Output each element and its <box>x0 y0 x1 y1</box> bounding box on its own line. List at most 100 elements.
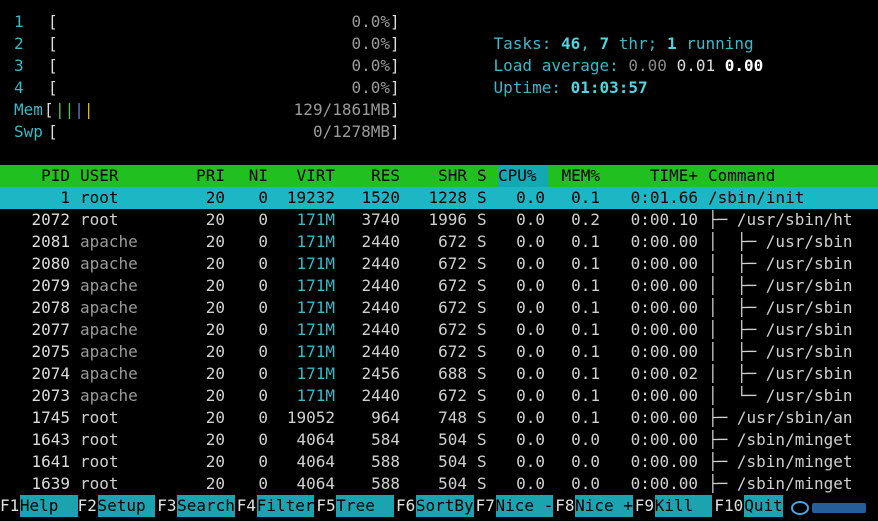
cell-virt: 171M <box>296 364 335 383</box>
cell-res: 2456 <box>361 364 400 383</box>
process-row[interactable]: 2072 root 20 0 171M 3740 1996 S 0.0 0.2 0:00.10 ├─ … <box>0 209 878 231</box>
fkey-f2[interactable]: F2 <box>78 495 97 517</box>
cell-pri: 20 <box>205 276 225 295</box>
fkey-label-f10[interactable]: Quit <box>744 495 783 517</box>
cell-time: 0:00.00 <box>630 474 698 493</box>
cpu-bar-open: [ <box>48 78 58 97</box>
fkey-label-f4[interactable]: Filter <box>256 495 315 517</box>
cpu-bar-open: [ <box>48 12 58 31</box>
fkey-label-f6[interactable]: SortBy <box>415 495 474 517</box>
process-row[interactable]: 2078 apache 20 0 171M 2440 672 S 0.0 0.1 0:00.00 │ … <box>0 297 878 319</box>
fkey-label-f3[interactable]: Search <box>177 495 235 517</box>
fkey-f3[interactable]: F3 <box>157 495 176 517</box>
column-header-res[interactable]: RES <box>340 165 400 187</box>
fkey-f6[interactable]: F6 <box>396 495 415 517</box>
cell-cmd: │ ├─ /usr/sbin <box>708 342 853 361</box>
process-row[interactable]: 2077 apache 20 0 171M 2440 672 S 0.0 0.1 0:00.00 │ … <box>0 319 878 341</box>
cell-pid: 2073 <box>31 386 70 405</box>
cell-s: S <box>477 386 487 405</box>
cell-cmd: /sbin/init <box>708 188 805 207</box>
process-row[interactable]: 1639 root 20 0 4064 588 504 S 0.0 0.0 0:00.00 ├─ /s… <box>0 473 878 495</box>
process-row[interactable]: 2079 apache 20 0 171M 2440 672 S 0.0 0.1 0:00.00 │ … <box>0 275 878 297</box>
cell-shr: 504 <box>438 430 467 449</box>
fkey-label-f1[interactable]: Help <box>19 495 78 517</box>
fkey-f8[interactable]: F8 <box>555 495 574 517</box>
cell-ni: 0 <box>258 298 268 317</box>
column-header-ni[interactable]: NI <box>230 165 268 187</box>
fkey-label-f5[interactable]: Tree <box>336 495 395 517</box>
cell-cmd: ├─ /usr/sbin/ht <box>708 210 853 229</box>
cell-ni: 0 <box>258 364 268 383</box>
process-row[interactable]: 1641 root 20 0 4064 588 504 S 0.0 0.0 0:00.00 ├─ /s… <box>0 451 878 473</box>
cell-cmd: ├─ /usr/sbin/an <box>708 408 853 427</box>
column-header-cpu[interactable]: CPU% <box>498 165 548 187</box>
cell-mem: 0.2 <box>571 210 600 229</box>
process-row[interactable]: 2075 apache 20 0 171M 2440 672 S 0.0 0.1 0:00.00 │ … <box>0 341 878 363</box>
cpu-meter-4: 4 [0.0%] <box>0 77 420 99</box>
cell-shr: 688 <box>438 364 467 383</box>
cell-res: 2440 <box>361 232 400 251</box>
cell-s: S <box>477 254 487 273</box>
column-header-cmd[interactable]: Command <box>708 165 878 187</box>
fkey-label-f2[interactable]: Setup <box>97 495 156 517</box>
cell-s: S <box>477 452 487 471</box>
fkey-f10[interactable]: F10 <box>714 495 743 517</box>
fkey-label-f9[interactable]: Kill <box>654 495 713 517</box>
cell-pri: 20 <box>205 298 225 317</box>
process-row[interactable]: 1 root 20 0 19232 1520 1228 S 0.0 0.1 0:01.66/sbin… <box>0 187 878 209</box>
fkey-f7[interactable]: F7 <box>476 495 495 517</box>
mem-bar-open: [ <box>44 100 54 119</box>
column-header-user[interactable]: USER <box>80 165 170 187</box>
process-row[interactable]: 1643 root 20 0 4064 584 504 S 0.0 0.0 0:00.00 ├─ /s… <box>0 429 878 451</box>
cell-user: apache <box>80 364 138 383</box>
mem-bar-fill: |||| <box>55 100 94 119</box>
cell-res: 584 <box>371 430 400 449</box>
cell-user: root <box>80 452 119 471</box>
fkey-f1[interactable]: F1 <box>0 495 19 517</box>
cell-pid: 2075 <box>31 342 70 361</box>
cell-shr: 672 <box>438 386 467 405</box>
process-row[interactable]: 2081 apache 20 0 171M 2440 672 S 0.0 0.1 0:00.00 │ … <box>0 231 878 253</box>
process-row[interactable]: 2073 apache 20 0 171M 2440 672 S 0.0 0.1 0:00.00 │ … <box>0 385 878 407</box>
column-header-mem[interactable]: MEM% <box>550 165 600 187</box>
function-key-bar: F1 Help F2 Setup F3 Search F4 Filter F5 Tree F6… <box>0 495 878 517</box>
process-table-header: PID USER PRI NI VIRT RES SHR S CPU% MEM% TIME+ Comm… <box>0 165 878 187</box>
column-header-pid[interactable]: PID <box>0 165 70 187</box>
process-row[interactable]: 1745 root 20 0 19052 964 748 S 0.0 0.1 0:00.00 ├─ /… <box>0 407 878 429</box>
cell-virt: 171M <box>296 210 335 229</box>
cell-user: apache <box>80 320 138 339</box>
cpu-bar-close: ] <box>390 78 400 97</box>
fkey-f5[interactable]: F5 <box>316 495 335 517</box>
process-row[interactable]: 2074 apache 20 0 171M 2456 688 S 0.0 0.1 0:00.02 │ … <box>0 363 878 385</box>
cell-cmd: │ ├─ /usr/sbin <box>708 364 853 383</box>
cell-s: S <box>477 188 487 207</box>
column-header-s[interactable]: S <box>477 165 491 187</box>
cell-time: 0:00.00 <box>630 386 698 405</box>
cell-mem: 0.1 <box>571 188 600 207</box>
process-row[interactable]: 2080 apache 20 0 171M 2440 672 S 0.0 0.1 0:00.00 │ … <box>0 253 878 275</box>
column-header-time[interactable]: TIME+ <box>605 165 698 187</box>
cell-user: root <box>80 474 119 493</box>
cell-ni: 0 <box>258 342 268 361</box>
cpu-id: 1 <box>14 12 24 31</box>
fkey-label-f8[interactable]: Nice + <box>575 495 633 517</box>
cell-user: apache <box>80 276 138 295</box>
cell-pri: 20 <box>205 232 225 251</box>
column-header-shr[interactable]: SHR <box>405 165 467 187</box>
cell-res: 2440 <box>361 276 400 295</box>
mem-bar-close: ] <box>390 100 400 119</box>
uptime-value: 01:03:57 <box>570 78 648 97</box>
cell-res: 588 <box>371 452 400 471</box>
cell-time: 0:00.00 <box>630 298 698 317</box>
fkey-f4[interactable]: F4 <box>237 495 256 517</box>
cell-user: apache <box>80 386 138 405</box>
cell-cmd: │ ├─ /usr/sbin <box>708 276 853 295</box>
cell-res: 3740 <box>361 210 400 229</box>
column-header-virt[interactable]: VIRT <box>275 165 335 187</box>
cell-pri: 20 <box>205 320 225 339</box>
fkey-label-f7[interactable]: Nice - <box>495 495 554 517</box>
cell-pid: 1639 <box>31 474 70 493</box>
fkey-f9[interactable]: F9 <box>635 495 654 517</box>
column-header-pri[interactable]: PRI <box>175 165 225 187</box>
cell-time: 0:00.00 <box>630 320 698 339</box>
